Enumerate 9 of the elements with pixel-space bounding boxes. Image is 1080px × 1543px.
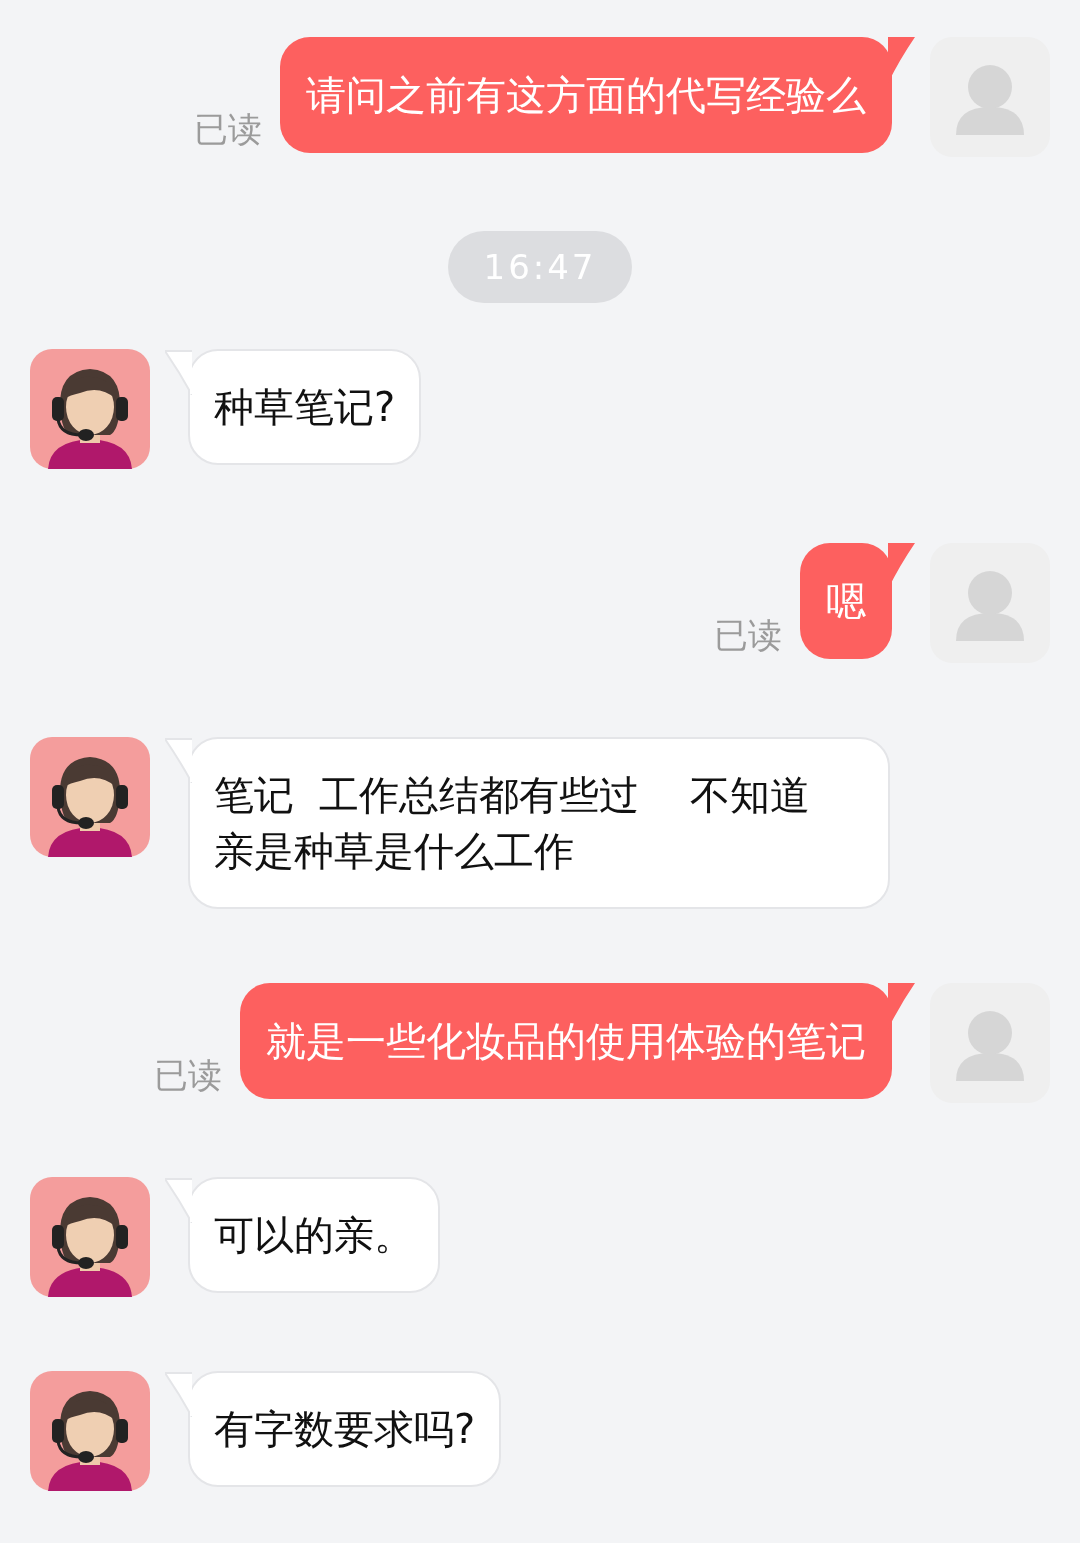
read-receipt: 已读 (194, 108, 262, 151)
message-bubble: 种草笔记? (188, 349, 422, 465)
read-receipt: 已读 (154, 1054, 222, 1097)
message-bubble: 可以的亲。 (188, 1177, 440, 1293)
read-receipt: 已读 (714, 614, 782, 657)
message-bubble: 有字数要求吗? (188, 1371, 502, 1487)
message-bubble: 就是一些化妆品的使用体验的笔记 (240, 983, 892, 1099)
message-bubble: 笔记 工作总结都有些过 不知道亲是种草是什么工作 (188, 737, 890, 909)
message-bubble: 请问之前有这方面的代写经验么 (280, 37, 892, 153)
